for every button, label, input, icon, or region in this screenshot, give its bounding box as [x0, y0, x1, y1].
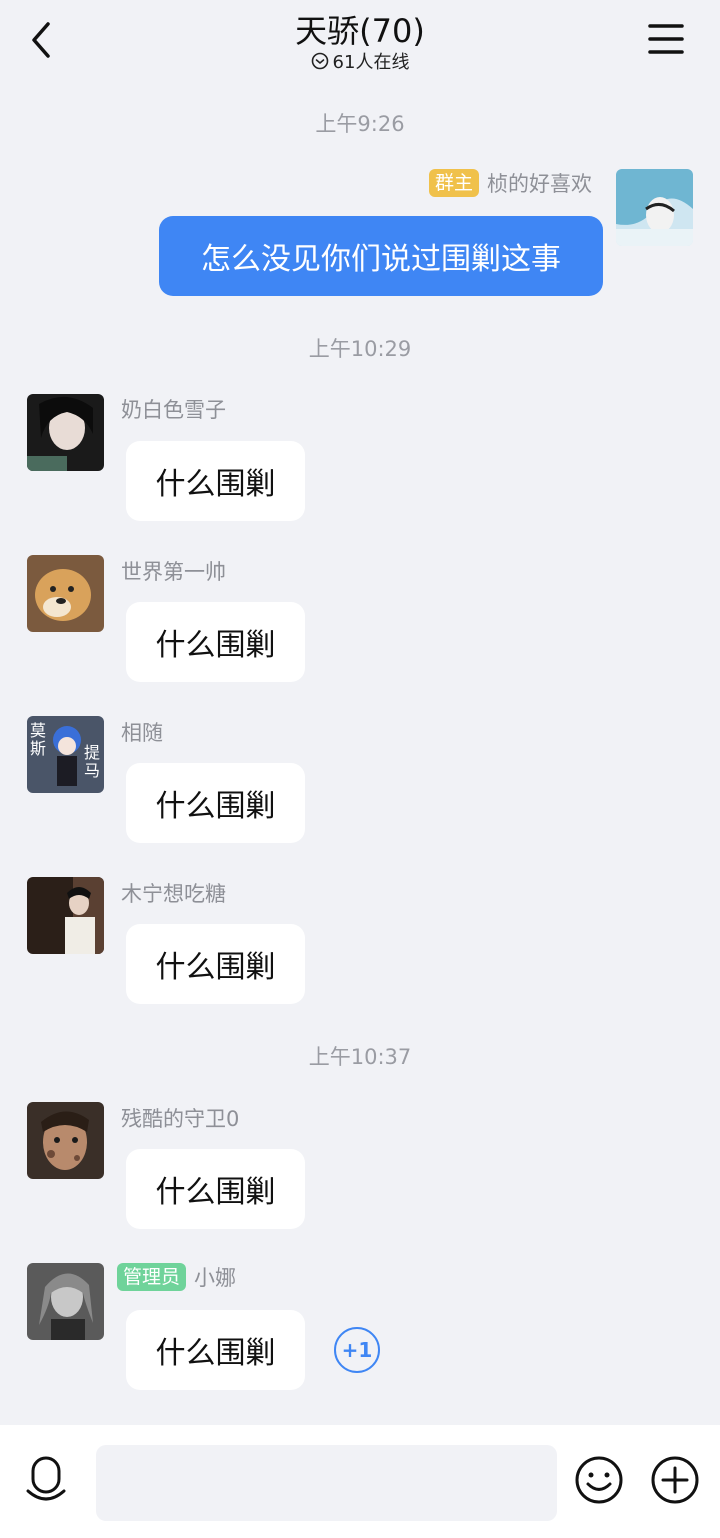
timestamp: 上午10:29	[308, 337, 412, 361]
message-bubble[interactable]: 什么围剿	[126, 602, 305, 682]
online-status[interactable]: 61人在线	[0, 48, 720, 74]
input-bar	[0, 1425, 720, 1538]
sender-row: 管理员 小娜	[117, 1262, 236, 1292]
message-bubble[interactable]: 什么围剿	[126, 441, 305, 521]
sender-row: 奶白色雪子	[121, 394, 226, 424]
online-count: 61人在线	[332, 52, 410, 73]
plus-icon	[651, 1456, 699, 1504]
menu-button[interactable]	[642, 20, 688, 60]
sender-row: 木宁想吃糖	[121, 878, 226, 908]
message-bubble[interactable]: 怎么没见你们说过围剿这事	[159, 216, 603, 296]
message-bubble[interactable]: 什么围剿	[126, 1149, 305, 1229]
message-bubble[interactable]: 什么围剿	[126, 763, 305, 843]
plus-button[interactable]	[650, 1455, 702, 1507]
emoji-icon	[575, 1456, 623, 1504]
avatar[interactable]: 莫 斯 提 马	[27, 716, 104, 793]
svg-text:斯: 斯	[30, 739, 46, 758]
sender-name[interactable]: 木宁想吃糖	[121, 878, 226, 908]
sender-name[interactable]: 残酷的守卫0	[121, 1103, 239, 1133]
avatar[interactable]	[27, 1102, 104, 1179]
sender-name[interactable]: 奶白色雪子	[121, 394, 226, 424]
sender-name[interactable]: 相随	[121, 717, 163, 747]
sender-row: 群主 桢的好喜欢	[428, 168, 592, 198]
plus-one-button[interactable]: +1	[334, 1327, 380, 1373]
sender-row: 残酷的守卫0	[121, 1103, 239, 1133]
sender-row: 相随	[121, 717, 163, 747]
chat-messages[interactable]: 上午9:26 群主 桢的好喜欢 怎么没见你们说过围剿这事 上午10:29 奶白色…	[0, 90, 720, 1425]
sender-row: 世界第一帅	[121, 556, 226, 586]
avatar[interactable]	[27, 1263, 104, 1340]
message-bubble[interactable]: 什么围剿	[126, 1310, 305, 1390]
admin-badge: 管理员	[117, 1263, 187, 1291]
message-input[interactable]	[96, 1445, 557, 1521]
voice-icon	[26, 1456, 66, 1501]
owner-badge: 群主	[428, 169, 479, 197]
avatar-self[interactable]	[616, 169, 693, 246]
sender-name[interactable]: 世界第一帅	[121, 556, 226, 586]
menu-icon	[648, 24, 684, 54]
avatar[interactable]	[27, 555, 104, 632]
voice-button[interactable]	[22, 1455, 74, 1507]
emoji-button[interactable]	[574, 1455, 626, 1507]
chat-header: 天骄(70) 61人在线	[0, 0, 720, 90]
avatar[interactable]	[27, 877, 104, 954]
avatar[interactable]	[27, 394, 104, 471]
message-bubble[interactable]: 什么围剿	[126, 924, 305, 1004]
sender-name[interactable]: 桢的好喜欢	[487, 168, 592, 198]
svg-text:莫: 莫	[30, 721, 46, 740]
svg-text:马: 马	[84, 761, 100, 780]
timestamp: 上午10:37	[308, 1045, 412, 1069]
online-icon	[311, 52, 328, 70]
sender-name[interactable]: 小娜	[194, 1262, 236, 1292]
timestamp: 上午9:26	[315, 112, 405, 136]
svg-text:提: 提	[84, 743, 100, 762]
chat-title: 天骄(70)	[295, 12, 425, 50]
